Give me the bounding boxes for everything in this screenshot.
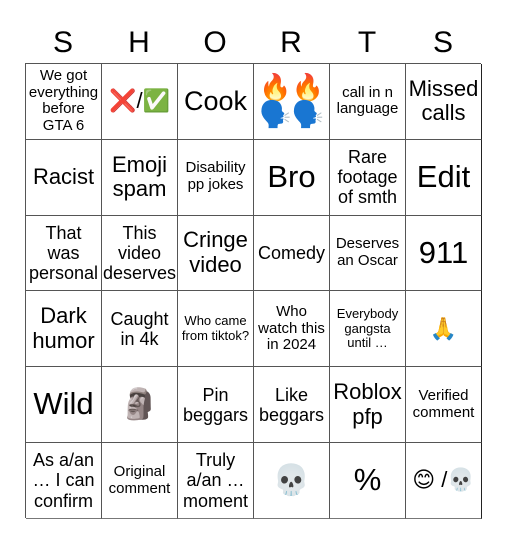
bingo-cell-text: Who watch this in 2024 [258, 302, 325, 354]
bingo-cell-text: ❌/✅ [109, 88, 170, 114]
title-letter: O [203, 26, 227, 59]
bingo-cell[interactable]: Cook [178, 64, 254, 140]
bingo-grid: We got everything before GTA 6 ❌/✅ Cook 🔥🔥 … [25, 63, 482, 519]
bingo-cell-text: Original comment [108, 462, 171, 497]
bingo-cell[interactable]: ❌/✅ [102, 64, 178, 140]
bingo-cell[interactable]: Who came from tiktok? [178, 291, 254, 368]
bingo-cell-text: 🙏 [429, 315, 458, 341]
bingo-cell[interactable]: Edit [406, 139, 482, 216]
bingo-cell[interactable]: Original comment [102, 443, 178, 519]
bingo-title: S H O R T S [25, 22, 481, 64]
bingo-cell-text: As a/an … I can confirm [32, 450, 95, 511]
bingo-cell-text: Dark humor [32, 303, 95, 353]
bingo-cell[interactable]: That was personal [26, 215, 102, 292]
bingo-cell[interactable]: As a/an … I can confirm [26, 443, 102, 519]
bingo-cell[interactable]: Verified comment [406, 367, 482, 444]
bingo-cell[interactable]: Like beggars [254, 367, 330, 444]
bingo-cell-text: Racist [32, 163, 95, 189]
bingo-cell-text: Missed calls [408, 75, 479, 126]
title-letter: S [432, 26, 453, 59]
bingo-cell[interactable]: 🙏 [406, 291, 482, 368]
bingo-cell[interactable]: 911 [406, 215, 482, 292]
bingo-cell-text: Who came from tiktok? [181, 313, 250, 343]
bingo-cell[interactable]: Bro [254, 139, 330, 216]
bingo-cell-text: Verified comment [412, 386, 475, 421]
bingo-cell[interactable]: Comedy [254, 215, 330, 292]
bingo-cell-text: Wild [33, 386, 94, 422]
bingo-cell-text: Everybody gangsta until … [336, 306, 399, 351]
bingo-cell-text: 🔥🔥 🗣️🗣️ [259, 72, 324, 130]
bingo-cell[interactable]: Deserves an Oscar [330, 215, 406, 292]
bingo-cell-text: This video deserves [102, 222, 177, 284]
title-letter: T [357, 26, 377, 59]
bingo-cell[interactable]: 💀 [254, 443, 330, 519]
bingo-cell[interactable]: Emoji spam [102, 139, 178, 216]
bingo-cell-text: Rare footage of smth [337, 147, 398, 208]
bingo-cell-text: Deserves an Oscar [335, 235, 400, 270]
bingo-cell[interactable]: Wild [26, 367, 102, 444]
title-letter: S [52, 26, 73, 59]
bingo-cell[interactable]: Racist [26, 139, 102, 216]
bingo-cell[interactable]: Cringe video [178, 215, 254, 292]
bingo-cell[interactable]: call in n language [330, 64, 406, 140]
bingo-cell-text: call in n language [336, 83, 399, 118]
bingo-cell[interactable]: Disability pp jokes [178, 139, 254, 216]
bingo-cell[interactable]: This video deserves [102, 215, 178, 292]
bingo-cell-text: Truly a/an … moment [182, 450, 249, 511]
bingo-cell-text: We got everything before GTA 6 [28, 66, 99, 135]
bingo-cell-text: Comedy [257, 242, 326, 263]
bingo-cell[interactable]: Roblox pfp [330, 367, 406, 444]
bingo-cell-text: Bro [267, 158, 316, 194]
bingo-cell[interactable]: We got everything before GTA 6 [26, 64, 102, 140]
bingo-cell[interactable]: Rare footage of smth [330, 139, 406, 216]
bingo-cell-text: Like beggars [258, 384, 325, 425]
bingo-cell-text: 🗿 [120, 387, 159, 421]
bingo-cell-text: Cook [183, 86, 248, 117]
bingo-cell-text: Edit [416, 158, 471, 194]
bingo-cell[interactable]: Who watch this in 2024 [254, 291, 330, 368]
bingo-cell-text: Pin beggars [182, 384, 249, 425]
bingo-cell[interactable]: 🔥🔥 🗣️🗣️ [254, 64, 330, 140]
bingo-cell-text: Roblox pfp [333, 379, 402, 429]
bingo-cell[interactable]: Everybody gangsta until … [330, 291, 406, 368]
bingo-cell-text: 😊 /💀 [412, 467, 475, 493]
bingo-cell-text: Emoji spam [111, 151, 167, 202]
bingo-cell[interactable]: Pin beggars [178, 367, 254, 444]
bingo-cell[interactable]: 🗿 [102, 367, 178, 444]
bingo-cell-text: 911 [418, 234, 469, 270]
bingo-cell-text: Caught in 4k [110, 308, 169, 349]
bingo-cell-text: % [353, 462, 382, 498]
title-letter: R [280, 26, 302, 59]
bingo-cell[interactable]: Missed calls [406, 64, 482, 140]
bingo-cell-text: 💀 [272, 463, 311, 497]
bingo-cell[interactable]: Dark humor [26, 291, 102, 368]
title-letter: H [128, 26, 150, 59]
bingo-cell-text: That was personal [28, 222, 99, 284]
bingo-cell[interactable]: Truly a/an … moment [178, 443, 254, 519]
bingo-cell[interactable]: 😊 /💀 [406, 443, 482, 519]
bingo-cell-text: Disability pp jokes [185, 159, 246, 194]
bingo-cell-text: Cringe video [183, 227, 248, 278]
bingo-cell[interactable]: % [330, 443, 406, 519]
bingo-cell[interactable]: Caught in 4k [102, 291, 178, 368]
